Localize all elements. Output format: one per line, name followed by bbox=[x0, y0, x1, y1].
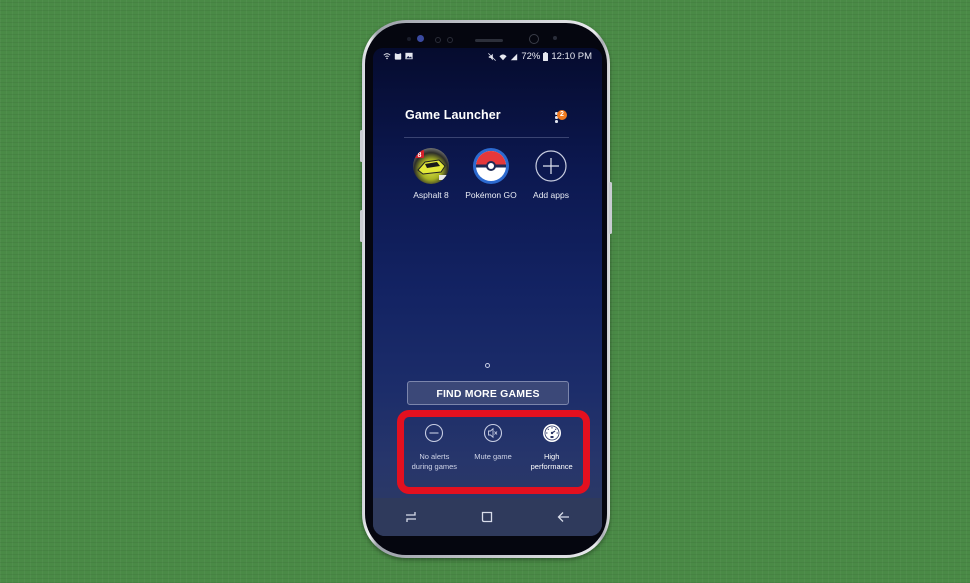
proximity-sensor bbox=[407, 37, 411, 41]
iris-camera bbox=[553, 36, 557, 40]
app-asphalt-8[interactable]: 8 Asphalt 8 bbox=[401, 148, 461, 200]
add-apps-button[interactable]: Add apps bbox=[521, 148, 581, 200]
page-title: Game Launcher bbox=[405, 108, 501, 122]
light-sensor-2 bbox=[447, 37, 453, 43]
find-more-games-button[interactable]: FIND MORE GAMES bbox=[407, 381, 569, 405]
signal-icon bbox=[511, 53, 518, 60]
earpiece-speaker bbox=[475, 39, 503, 42]
back-icon bbox=[557, 512, 570, 522]
volume-button bbox=[360, 210, 363, 242]
pokemon-go-icon bbox=[473, 148, 509, 184]
light-sensor-1 bbox=[435, 37, 441, 43]
status-time: 12:10 PM bbox=[551, 51, 592, 62]
power-button bbox=[609, 182, 612, 234]
notification-badge: 2 bbox=[557, 110, 567, 120]
phone-bezel: 72% 12:10 PM Game Launcher 2 8 Asphalt 8… bbox=[365, 23, 607, 555]
phone-device: 72% 12:10 PM Game Launcher 2 8 Asphalt 8… bbox=[360, 20, 612, 558]
front-camera bbox=[529, 34, 539, 44]
highlight-annotation bbox=[397, 410, 590, 494]
more-vert-icon-dot bbox=[555, 120, 558, 123]
clipboard-icon bbox=[394, 52, 402, 60]
status-bar: 72% 12:10 PM bbox=[373, 48, 602, 66]
wifi-icon bbox=[499, 53, 507, 60]
app-label: Add apps bbox=[533, 190, 569, 200]
back-button[interactable] bbox=[554, 507, 574, 527]
page-indicator bbox=[485, 363, 490, 368]
app-label: Asphalt 8 bbox=[413, 190, 449, 200]
recents-button[interactable] bbox=[401, 507, 421, 527]
header-divider bbox=[404, 137, 569, 138]
iris-sensor bbox=[417, 35, 424, 42]
app-label: Pokémon GO bbox=[465, 190, 517, 200]
gallery-icon bbox=[405, 52, 413, 60]
mute-icon bbox=[488, 52, 497, 61]
bixby-button bbox=[360, 130, 363, 162]
app-pokemon-go[interactable]: Pokémon GO bbox=[461, 148, 521, 200]
screen: 72% 12:10 PM Game Launcher 2 8 Asphalt 8… bbox=[373, 48, 602, 536]
home-icon bbox=[482, 511, 493, 523]
battery-icon bbox=[543, 52, 549, 61]
recents-icon bbox=[406, 512, 417, 522]
navigation-bar bbox=[373, 498, 602, 536]
game-list: 8 Asphalt 8 Pokémon GO Add apps bbox=[401, 148, 581, 208]
battery-percent: 72% bbox=[521, 51, 541, 62]
asphalt-8-icon: 8 bbox=[413, 148, 449, 184]
header: Game Launcher bbox=[405, 108, 565, 122]
wifi-call-icon bbox=[383, 53, 391, 60]
home-button[interactable] bbox=[477, 507, 497, 527]
svg-text:8: 8 bbox=[418, 152, 422, 159]
plus-circle-icon bbox=[533, 148, 569, 184]
